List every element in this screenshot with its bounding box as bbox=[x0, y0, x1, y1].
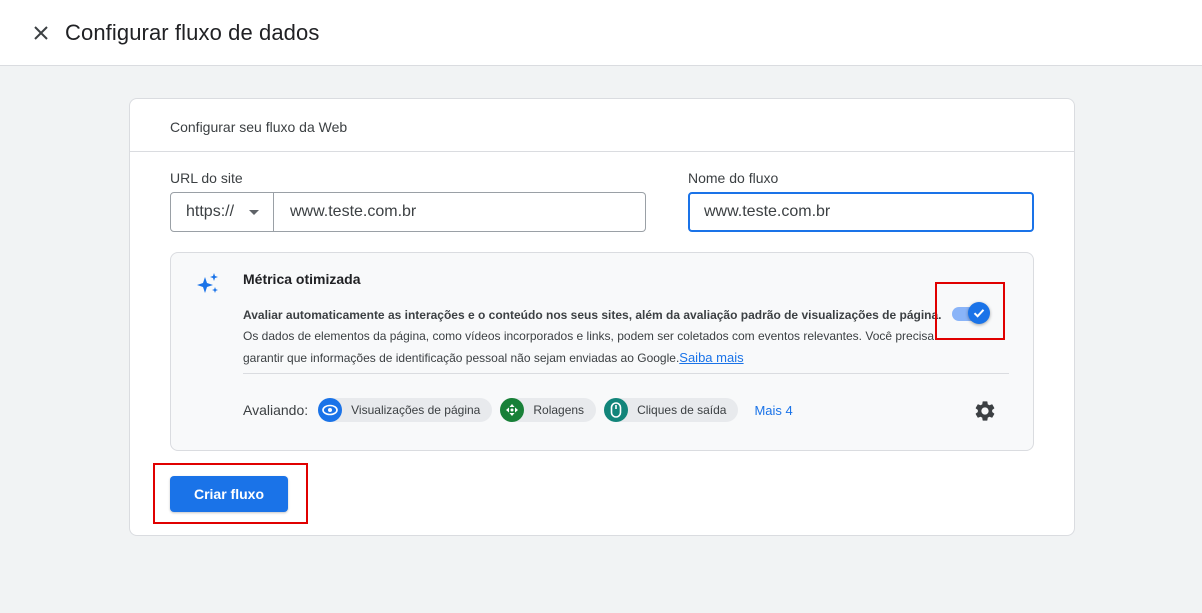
protocol-select[interactable]: https:// bbox=[170, 192, 274, 232]
stream-name-input[interactable] bbox=[688, 192, 1034, 232]
enhanced-measurement-title: Métrica otimizada bbox=[243, 271, 361, 287]
scroll-arrows-icon bbox=[500, 398, 525, 422]
card-header: Configurar seu fluxo da Web bbox=[130, 99, 1074, 152]
learn-more-link[interactable]: Saiba mais bbox=[679, 350, 743, 365]
close-icon[interactable] bbox=[28, 20, 54, 46]
stream-name-label: Nome do fluxo bbox=[688, 170, 779, 186]
page-title: Configurar fluxo de dados bbox=[65, 20, 320, 45]
sparkle-icon bbox=[195, 271, 221, 297]
url-label: URL do site bbox=[170, 170, 243, 186]
measuring-label: Avaliando: bbox=[243, 402, 309, 418]
chip-page-views[interactable]: Visualizações de página bbox=[318, 398, 493, 422]
more-link[interactable]: Mais 4 bbox=[754, 403, 792, 418]
top-bar: Configurar fluxo de dados bbox=[0, 0, 1202, 66]
mouse-icon bbox=[604, 398, 629, 422]
enhanced-measurement-description: Avaliar automaticamente as interações e … bbox=[243, 305, 943, 369]
chip-label: Rolagens bbox=[533, 403, 585, 417]
toggle-knob[interactable] bbox=[968, 302, 990, 324]
web-stream-card: Configurar seu fluxo da Web URL do site … bbox=[129, 98, 1075, 536]
highlight-box-create: Criar fluxo bbox=[153, 463, 308, 524]
measuring-row: Avaliando: Visualizações de página Rolag… bbox=[243, 397, 793, 423]
divider bbox=[243, 373, 1009, 374]
protocol-value: https:// bbox=[186, 203, 235, 220]
gear-icon[interactable] bbox=[973, 399, 997, 423]
chip-scrolls[interactable]: Rolagens bbox=[500, 398, 597, 422]
chip-label: Visualizações de página bbox=[351, 403, 481, 417]
description-lead: Avaliar automaticamente as interações e … bbox=[243, 308, 942, 322]
check-icon bbox=[973, 309, 985, 318]
description-body: Os dados de elementos da página, como ví… bbox=[243, 329, 935, 365]
chip-label: Cliques de saída bbox=[637, 403, 727, 417]
chip-outbound-clicks[interactable]: Cliques de saída bbox=[604, 398, 739, 422]
enhanced-measurement-panel: Métrica otimizada Avaliar automaticament… bbox=[170, 252, 1034, 451]
eye-icon bbox=[318, 398, 343, 422]
highlight-box-toggle bbox=[935, 282, 1005, 340]
website-url-input[interactable] bbox=[274, 192, 646, 232]
chevron-down-icon bbox=[249, 210, 259, 215]
create-stream-button[interactable]: Criar fluxo bbox=[170, 476, 288, 512]
